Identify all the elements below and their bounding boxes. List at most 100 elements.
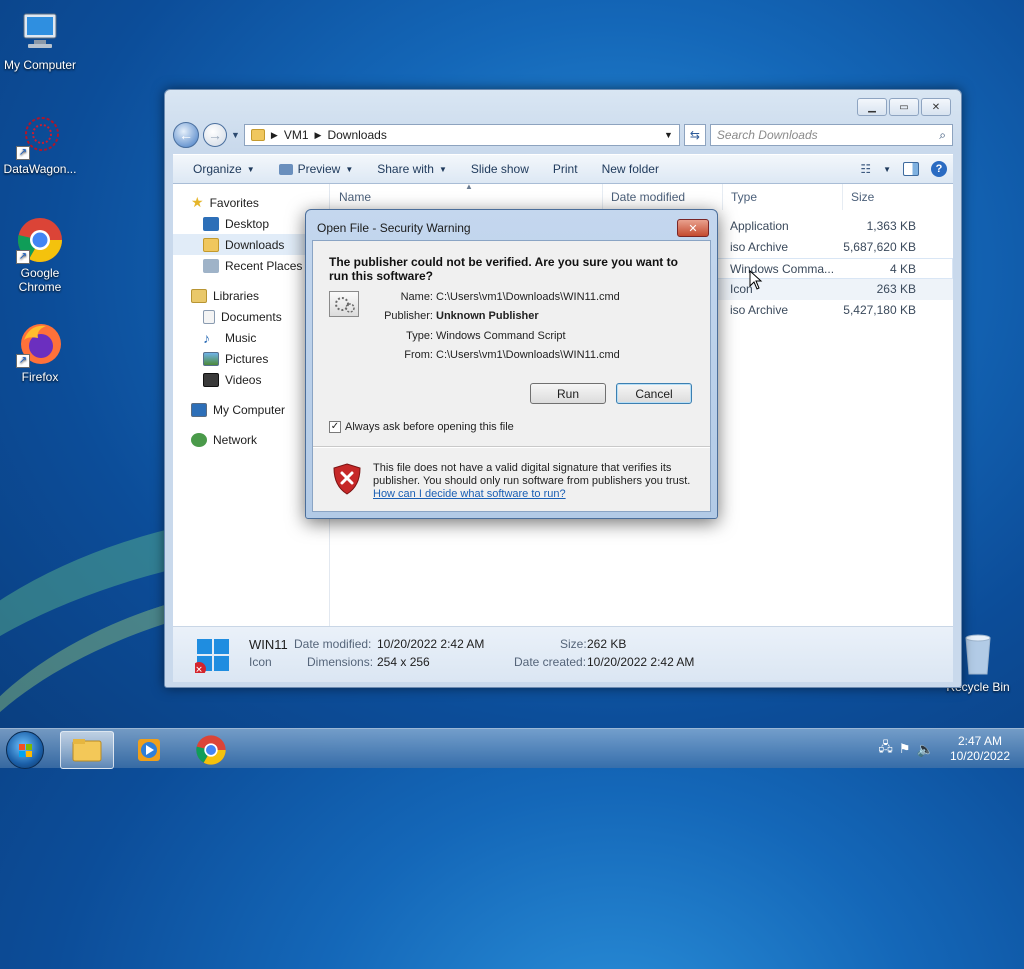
refresh-button[interactable]: ⇆ bbox=[683, 124, 706, 146]
back-button[interactable]: ← bbox=[173, 122, 199, 148]
preview-label: Preview bbox=[297, 162, 341, 176]
recent-pages-chevron-icon[interactable]: ▼ bbox=[231, 130, 240, 140]
shortcut-arrow-icon: ↗ bbox=[16, 250, 30, 264]
preview-menu[interactable]: Preview ▼ bbox=[267, 162, 366, 176]
taskbar: 🖧 ⚑ 🔈 2:47 AM 10/20/2022 bbox=[0, 728, 1024, 769]
chrome-icon: ↗ bbox=[16, 216, 64, 264]
column-label: Date modified bbox=[611, 190, 686, 204]
details-date-created: 10/20/2022 2:42 AM bbox=[587, 655, 695, 669]
details-date-modified-label: Date modified: bbox=[294, 637, 372, 651]
minimize-button[interactable]: ▁ bbox=[857, 98, 887, 116]
file-size: 5,687,620 KB bbox=[843, 240, 916, 254]
organize-label: Organize bbox=[193, 162, 242, 176]
desktop-icon-datawagon[interactable]: ↗ DataWagon... bbox=[0, 112, 80, 176]
dialog-title: Open File - Security Warning bbox=[317, 221, 471, 235]
slide-show-button[interactable]: Slide show bbox=[459, 162, 541, 176]
chevron-down-icon: ▼ bbox=[438, 164, 447, 174]
svg-text:✕: ✕ bbox=[195, 666, 203, 674]
breadcrumb-vm1[interactable]: VM1 bbox=[284, 128, 309, 142]
run-button[interactable]: Run bbox=[530, 383, 606, 404]
search-input[interactable]: Search Downloads ⌕ bbox=[709, 124, 953, 146]
close-button[interactable]: ✕ bbox=[921, 98, 951, 116]
view-chevron-down-icon[interactable]: ▼ bbox=[883, 165, 891, 174]
print-button[interactable]: Print bbox=[541, 162, 590, 176]
back-arrow-icon: ← bbox=[179, 127, 193, 143]
file-type: Windows Comma... bbox=[730, 262, 835, 276]
desktop-icon-label: DataWagon... bbox=[3, 162, 77, 176]
nav-label: Downloads bbox=[225, 237, 285, 252]
column-header-name[interactable]: Name ▲ bbox=[331, 182, 603, 210]
desktop-icon-my-computer[interactable]: My Computer bbox=[0, 8, 80, 72]
change-view-icon[interactable]: ☷ bbox=[860, 162, 871, 176]
address-dropdown-icon[interactable]: ▼ bbox=[664, 130, 673, 140]
address-bar[interactable]: ▶ VM1 ▶ Downloads ▼ bbox=[243, 124, 680, 146]
pictures-icon bbox=[203, 351, 219, 366]
details-size: 262 KB bbox=[587, 637, 627, 651]
volume-icon[interactable]: 🔈 bbox=[917, 741, 934, 758]
clock-date: 10/20/2022 bbox=[949, 749, 1010, 763]
refresh-icon: ⇆ bbox=[689, 128, 700, 142]
address-row: ← → ▼ ▶ VM1 ▶ Downloads ▼ ⇆ Search Downl… bbox=[173, 122, 953, 148]
name-value: C:\Users\vm1\Downloads\WIN11.cmd bbox=[436, 291, 620, 303]
clock[interactable]: 2:47 AM 10/20/2022 bbox=[950, 734, 1010, 764]
network-tray-icon[interactable]: 🖧 bbox=[878, 738, 893, 760]
file-size: 4 KB bbox=[889, 262, 916, 276]
desktop-icon bbox=[203, 216, 219, 231]
start-button[interactable] bbox=[6, 731, 44, 769]
cancel-label: Cancel bbox=[635, 386, 673, 401]
dialog-close-button[interactable]: ✕ bbox=[677, 219, 709, 237]
details-pane: ✕ WIN11 Icon Date modified: 10/20/2022 2… bbox=[173, 627, 953, 682]
nav-label: Pictures bbox=[225, 351, 269, 366]
desktop-icon-label: Firefox bbox=[21, 370, 59, 384]
dialog-question: The publisher could not be verified. Are… bbox=[329, 255, 678, 283]
share-with-label: Share with bbox=[377, 162, 434, 176]
checkbox-checked-icon: ✓ bbox=[329, 421, 341, 433]
publisher-label: Publisher: bbox=[384, 310, 433, 322]
help-icon[interactable]: ? bbox=[931, 161, 947, 177]
forward-button[interactable]: → bbox=[203, 123, 227, 147]
slide-show-label: Slide show bbox=[470, 162, 529, 176]
shield-warning-icon bbox=[333, 463, 361, 498]
nav-label: Videos bbox=[225, 372, 262, 387]
from-value: C:\Users\vm1\Downloads\WIN11.cmd bbox=[436, 349, 620, 361]
cancel-button[interactable]: Cancel bbox=[616, 383, 692, 404]
taskbar-explorer-button[interactable] bbox=[60, 731, 114, 769]
warning-text-block: This file does not have a valid digital … bbox=[373, 462, 703, 501]
organize-menu[interactable]: Organize ▼ bbox=[181, 162, 267, 176]
details-size-label: Size: bbox=[560, 637, 587, 651]
action-center-flag-icon[interactable]: ⚑ bbox=[899, 741, 911, 757]
share-with-menu[interactable]: Share with ▼ bbox=[365, 162, 459, 176]
column-header-type[interactable]: Type bbox=[723, 184, 843, 210]
taskbar-chrome-button[interactable] bbox=[184, 731, 238, 769]
datawagon-logo-icon: ↗ bbox=[16, 112, 64, 160]
nav-favorites[interactable]: ★ Favorites bbox=[173, 192, 329, 213]
column-header-size[interactable]: Size bbox=[843, 184, 923, 210]
preview-pane-icon[interactable] bbox=[903, 162, 919, 176]
desktop-icon-firefox[interactable]: ↗ Firefox bbox=[0, 320, 80, 384]
column-header-date-modified[interactable]: Date modified bbox=[603, 184, 723, 210]
file-size: 1,363 KB bbox=[866, 219, 916, 233]
publisher-value: Unknown Publisher bbox=[436, 310, 539, 322]
libraries-icon bbox=[191, 288, 207, 303]
help-link[interactable]: How can I decide what software to run? bbox=[373, 488, 566, 500]
new-folder-label: New folder bbox=[601, 162, 659, 176]
file-size: 5,427,180 KB bbox=[843, 303, 916, 317]
taskbar-media-player-button[interactable] bbox=[122, 731, 176, 769]
chevron-down-icon: ▼ bbox=[345, 164, 354, 174]
network-icon bbox=[191, 432, 207, 447]
nav-label: Network bbox=[213, 432, 258, 447]
nav-label: Recent Places bbox=[225, 258, 303, 273]
details-date-created-label: Date created: bbox=[514, 655, 587, 669]
new-folder-button[interactable]: New folder bbox=[590, 162, 671, 176]
breadcrumb-downloads[interactable]: Downloads bbox=[327, 128, 386, 142]
shortcut-arrow-icon: ↗ bbox=[16, 354, 30, 368]
file-size: 263 KB bbox=[876, 282, 916, 296]
always-ask-checkbox[interactable]: ✓ Always ask before opening this file bbox=[329, 421, 514, 433]
music-icon: ♪ bbox=[203, 329, 210, 346]
maximize-button[interactable]: ▭ bbox=[889, 98, 919, 116]
command-bar: Organize ▼ Preview ▼ Share with ▼ Slide sho… bbox=[173, 154, 953, 184]
computer-icon bbox=[16, 8, 64, 56]
always-ask-label: Always ask before opening this file bbox=[345, 421, 514, 433]
script-file-icon bbox=[329, 291, 359, 317]
desktop-icon-chrome[interactable]: ↗ Google Chrome bbox=[0, 216, 80, 294]
